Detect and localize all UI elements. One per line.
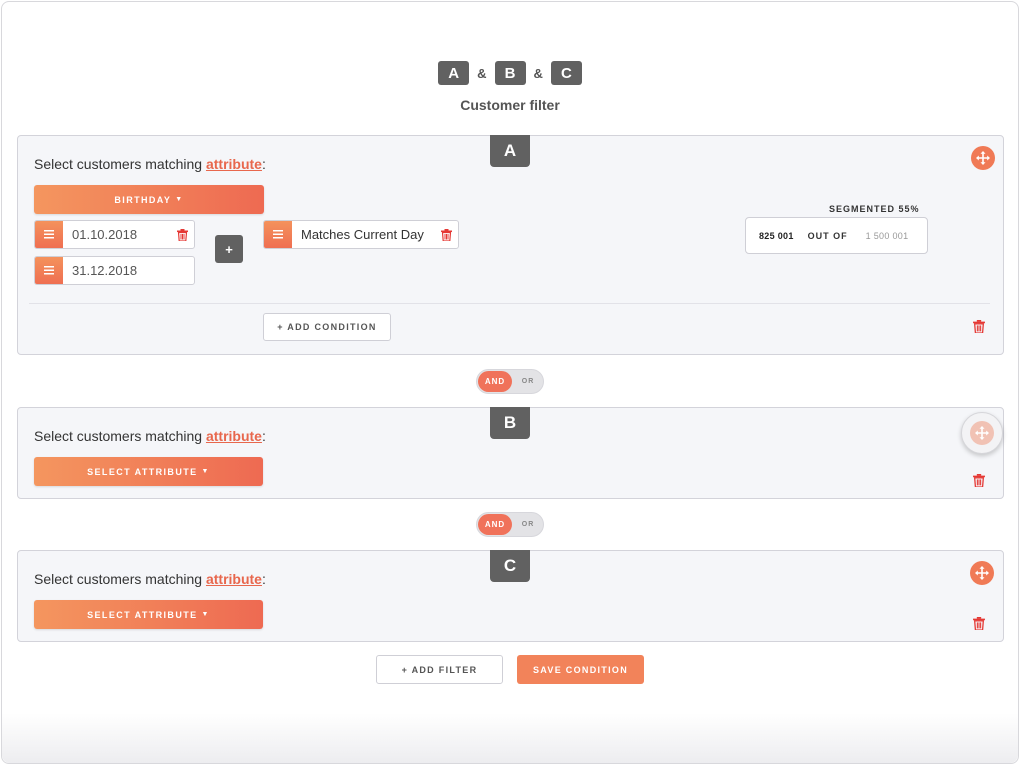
and-separator: & (533, 65, 543, 81)
panel-label-b: B (490, 407, 530, 439)
attribute-select-button[interactable]: SELECT ATTRIBUTE ▼ (34, 457, 263, 486)
move-icon[interactable] (970, 561, 994, 585)
segment-out-of: OUT OF (807, 230, 848, 241)
segmented-label: SEGMENTED 55% (829, 204, 920, 214)
expression-chip-b: B (494, 61, 526, 85)
trash-icon[interactable] (434, 228, 458, 241)
heading-text: Select customers matching (34, 428, 203, 444)
panel-heading: Select customers matching attribute: (34, 428, 266, 444)
panel-label-c: C (490, 550, 530, 582)
toggle-or[interactable]: OR (513, 514, 543, 535)
bottom-shadow (2, 713, 1018, 763)
calendar-icon (35, 221, 63, 248)
match-rule-value: Matches Current Day (301, 227, 424, 242)
panel-divider (29, 303, 990, 304)
filter-panel-c: C Select customers matching attribute: S… (17, 550, 1004, 642)
attribute-link[interactable]: attribute (206, 428, 262, 444)
match-rule-field[interactable]: Matches Current Day (263, 220, 459, 249)
heading-colon: : (261, 428, 266, 444)
and-or-toggle[interactable]: AND OR (476, 369, 544, 394)
delete-panel-icon[interactable] (973, 617, 985, 635)
segment-count-box: 825 001 OUT OF 1 500 001 (745, 217, 928, 254)
attribute-link[interactable]: attribute (206, 156, 262, 172)
attribute-select-button[interactable]: BIRTHDAY ▼ (34, 185, 264, 214)
filter-expression: A & B & C (0, 61, 1020, 85)
attribute-select-label: BIRTHDAY (114, 194, 172, 205)
date-input-end[interactable]: 31.12.2018 (34, 256, 195, 285)
calendar-icon (35, 257, 63, 284)
toggle-or[interactable]: OR (513, 371, 543, 392)
date-value: 01.10.2018 (72, 227, 138, 242)
segment-total: 1 500 001 (865, 230, 909, 241)
save-condition-button[interactable]: SAVE CONDITION (517, 655, 644, 684)
segment-count: 825 001 (759, 230, 794, 241)
add-condition-button[interactable]: + ADD CONDITION (263, 313, 391, 341)
panel-label-a: A (490, 135, 530, 167)
delete-panel-icon[interactable] (973, 320, 985, 338)
panel-heading: Select customers matching attribute: (34, 156, 266, 172)
attribute-link[interactable]: attribute (206, 571, 262, 587)
heading-colon: : (261, 156, 266, 172)
caret-down-icon: ▼ (175, 196, 184, 203)
delete-panel-icon[interactable] (973, 474, 985, 492)
move-icon-inner (970, 421, 994, 445)
move-icon[interactable] (971, 146, 995, 170)
attribute-select-label: SELECT ATTRIBUTE (87, 466, 198, 477)
attribute-select-button[interactable]: SELECT ATTRIBUTE ▼ (34, 600, 263, 629)
and-separator: & (477, 65, 487, 81)
expression-chip-a: A (438, 61, 470, 85)
toggle-and[interactable]: AND (478, 371, 512, 392)
toggle-and[interactable]: AND (478, 514, 512, 535)
heading-text: Select customers matching (34, 156, 203, 172)
heading-colon: : (261, 571, 266, 587)
move-icon[interactable] (961, 412, 1003, 454)
caret-down-icon: ▼ (201, 611, 210, 618)
caret-down-icon: ▼ (201, 468, 210, 475)
filter-panel-b: B Select customers matching attribute: S… (17, 407, 1004, 499)
add-filter-button[interactable]: + ADD FILTER (376, 655, 503, 684)
expression-chip-c: C (550, 61, 582, 85)
and-or-toggle[interactable]: AND OR (476, 512, 544, 537)
filter-panel-a: A Select customers matching attribute: B… (17, 135, 1004, 355)
attribute-select-label: SELECT ATTRIBUTE (87, 609, 198, 620)
panel-heading: Select customers matching attribute: (34, 571, 266, 587)
date-input-start[interactable]: 01.10.2018 (34, 220, 195, 249)
add-date-button[interactable]: + (215, 235, 243, 263)
date-value: 31.12.2018 (72, 263, 138, 278)
trash-icon[interactable] (170, 228, 194, 241)
page-title: Customer filter (460, 97, 560, 113)
calendar-icon (264, 221, 292, 248)
heading-text: Select customers matching (34, 571, 203, 587)
